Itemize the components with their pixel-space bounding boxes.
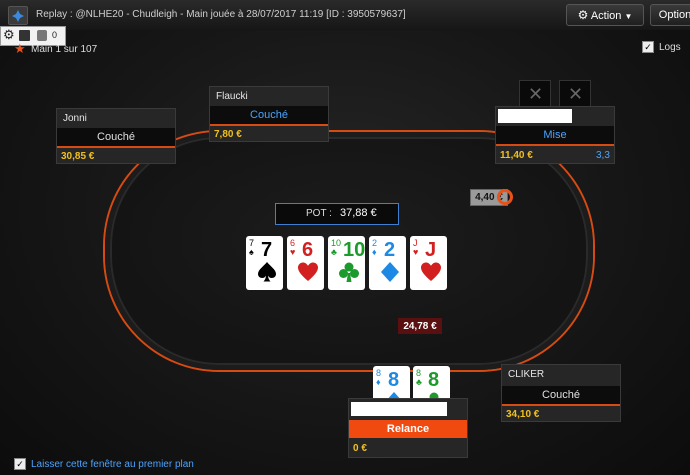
pot-value: 37,88 € bbox=[340, 207, 377, 219]
bet-hero: 24,78 € bbox=[398, 318, 442, 334]
card-rank: 2 bbox=[384, 239, 396, 261]
board-card-3: 10 ♣ 10 bbox=[328, 236, 365, 290]
card-index: 2 ♦ bbox=[372, 238, 378, 257]
option-label: Option bbox=[658, 9, 690, 21]
player-stack: 7,80 € bbox=[214, 129, 242, 140]
board-card-5: J ♥ J bbox=[410, 236, 447, 290]
card-index: 10 ♣ bbox=[331, 238, 342, 257]
notes-count: 0 bbox=[52, 30, 58, 40]
card-index: 7 ♠ bbox=[249, 238, 255, 257]
board-card-2: 6 ♥ 6 bbox=[287, 236, 324, 290]
option-button[interactable]: Option bbox=[650, 4, 690, 26]
seat-cliker[interactable]: CLIKER Couché 34,10 € bbox=[501, 364, 621, 422]
notes-icon[interactable] bbox=[37, 30, 47, 41]
player-stack: 34,10 € bbox=[506, 409, 540, 420]
board-card-4: 2 ♦ 2 bbox=[369, 236, 406, 290]
seat-divider bbox=[57, 146, 175, 148]
pot-display: POT : 37,88 € bbox=[275, 203, 399, 225]
player-action: Couché bbox=[210, 106, 328, 124]
gear-icon: ⚙ bbox=[577, 8, 589, 22]
card-rank: 6 bbox=[302, 239, 314, 261]
app-logo-icon bbox=[8, 6, 28, 25]
card-rank: 10 bbox=[343, 239, 366, 261]
star-icon: ★ bbox=[14, 41, 26, 56]
card-rank: 8 bbox=[428, 369, 440, 391]
hand-counter: Main 1 sur 107 bbox=[31, 44, 98, 55]
club-icon bbox=[338, 261, 360, 283]
seat-divider bbox=[496, 144, 614, 146]
spade-icon bbox=[256, 261, 278, 283]
player-name: Flaucki bbox=[216, 91, 248, 102]
dealer-chip-icon bbox=[497, 189, 513, 205]
player-stack: 30,85 € bbox=[61, 151, 95, 162]
player-action: Couché bbox=[57, 128, 175, 146]
action-menu-button[interactable]: ⚙ Action ▼ bbox=[566, 4, 644, 26]
player-extra: 3,3 bbox=[596, 150, 610, 161]
action-label: Action bbox=[590, 10, 622, 22]
card-index: 6 ♥ bbox=[290, 238, 296, 257]
seat-flaucki[interactable]: Flaucki Couché 7,80 € bbox=[209, 86, 329, 142]
player-stack: 11,40 € bbox=[500, 150, 533, 161]
player-action: Couché bbox=[502, 386, 620, 404]
seat-right[interactable]: Mise 11,40 € 3,3 bbox=[495, 106, 615, 164]
logs-label: Logs bbox=[659, 42, 681, 53]
card-index: J ♥ bbox=[413, 238, 419, 257]
chevron-down-icon: ▼ bbox=[624, 12, 633, 21]
seat-divider bbox=[502, 404, 620, 406]
player-name: CLIKER bbox=[508, 369, 545, 380]
player-action: Relance bbox=[349, 420, 467, 438]
seat-divider bbox=[210, 124, 328, 126]
settings-icon[interactable]: ⚙ bbox=[3, 27, 15, 43]
always-on-top-checkbox[interactable]: ✓ bbox=[14, 458, 26, 470]
board-card-1: 7 ♠ 7 bbox=[246, 236, 283, 290]
bet-amount: 24,78 € bbox=[403, 321, 437, 332]
player-action: Mise bbox=[496, 126, 614, 144]
replay-toolbar: ⚙ 0 bbox=[0, 26, 66, 46]
seat-hero[interactable]: Relance 0 € bbox=[348, 398, 468, 458]
save-icon[interactable] bbox=[19, 30, 30, 41]
window-title: Replay : @NLHE20 - Chudleigh - Main joué… bbox=[36, 9, 406, 20]
player-name-box bbox=[351, 402, 447, 416]
heart-icon bbox=[420, 261, 442, 283]
player-name: Jonni bbox=[63, 113, 87, 124]
card-rank: 8 bbox=[388, 369, 400, 391]
card-index: 8 ♦ bbox=[376, 368, 382, 387]
card-rank: J bbox=[425, 239, 437, 261]
title-bar: Replay : @NLHE20 - Chudleigh - Main joué… bbox=[0, 0, 690, 31]
player-name-box bbox=[498, 109, 572, 123]
card-rank: 7 bbox=[261, 239, 273, 261]
heart-icon bbox=[297, 261, 319, 283]
always-on-top-label: Laisser cette fenêtre au premier plan bbox=[31, 459, 194, 470]
logs-checkbox[interactable]: ✓ bbox=[642, 41, 654, 53]
player-stack: 0 € bbox=[353, 443, 367, 454]
diamond-icon bbox=[379, 261, 401, 283]
pot-label: POT : bbox=[306, 208, 332, 219]
card-index: 8 ♣ bbox=[416, 368, 422, 387]
seat-jonni[interactable]: Jonni Couché 30,85 € bbox=[56, 108, 176, 164]
